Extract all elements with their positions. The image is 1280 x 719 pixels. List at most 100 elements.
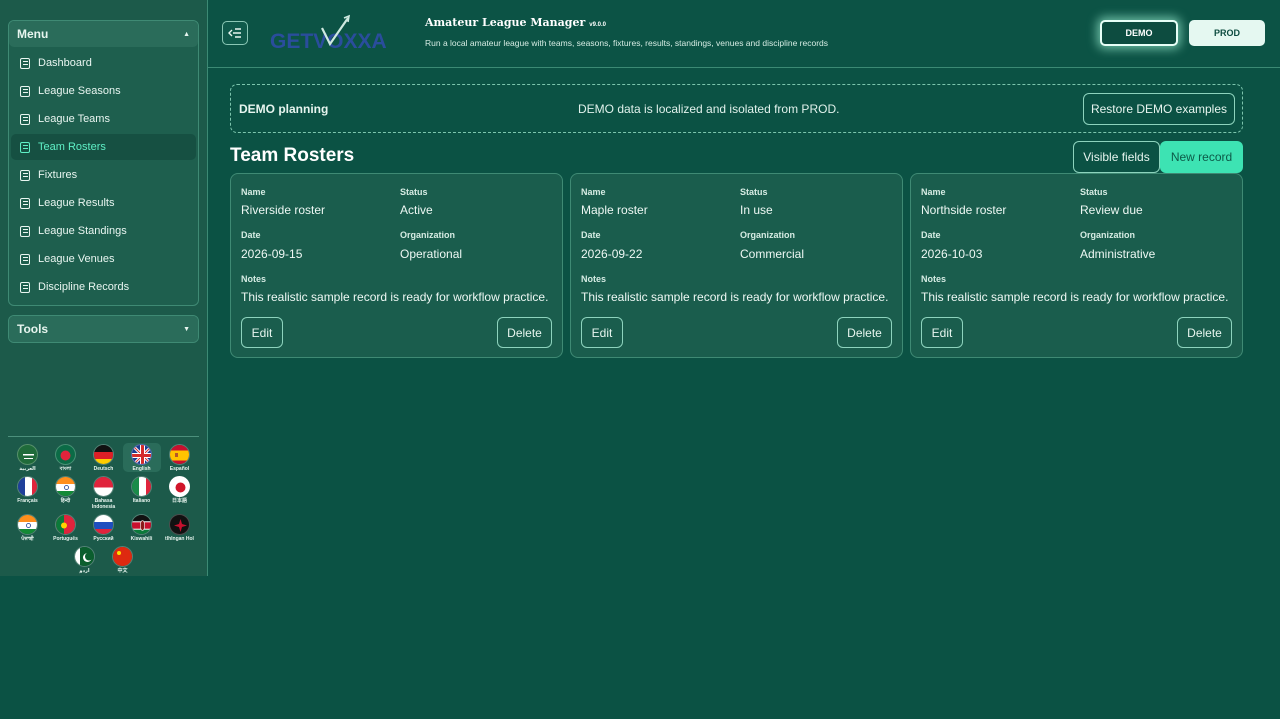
visible-fields-button[interactable]: Visible fields: [1073, 141, 1160, 173]
language-option-spanish[interactable]: Español: [161, 443, 199, 472]
klingon-emblem-icon: [169, 514, 190, 535]
language-label: ਪੰਜਾਬੀ: [21, 536, 34, 542]
language-option-hindi[interactable]: हिन्दी: [47, 475, 85, 510]
delete-button[interactable]: Delete: [497, 317, 552, 348]
new-record-button[interactable]: New record: [1160, 141, 1243, 173]
language-option-punjabi[interactable]: ਪੰਜਾਬੀ: [9, 513, 47, 542]
document-icon: [20, 57, 30, 69]
sidebar-item-label: Fixtures: [38, 169, 78, 181]
notes-label: Notes: [921, 274, 947, 284]
language-option-klingon[interactable]: tlhIngan Hol: [161, 513, 199, 542]
sidebar-item-league-standings[interactable]: League Standings: [11, 218, 196, 244]
restore-demo-button[interactable]: Restore DEMO examples: [1083, 93, 1235, 125]
tools-panel: Tools ▼: [8, 315, 199, 343]
demo-environment-button[interactable]: DEMO: [1100, 20, 1178, 46]
record-card: Name Status Northside roster Review due …: [910, 173, 1243, 358]
language-label: Русский: [93, 536, 114, 542]
name-value: Northside roster: [921, 203, 1007, 217]
language-label: العربية: [19, 466, 36, 472]
menu-title: Menu: [17, 27, 49, 41]
indonesia-flag-icon: [93, 476, 114, 497]
edit-button[interactable]: Edit: [241, 317, 283, 348]
name-value: Maple roster: [581, 203, 648, 217]
kenya-flag-icon: [131, 514, 152, 535]
sidebar-item-label: Dashboard: [38, 57, 92, 69]
language-option-german[interactable]: Deutsch: [85, 443, 123, 472]
status-label: Status: [400, 187, 428, 197]
sidebar-item-league-teams[interactable]: League Teams: [11, 106, 196, 132]
germany-flag-icon: [93, 444, 114, 465]
sidebar-item-label: Team Rosters: [38, 141, 106, 153]
language-selector: العربية বাংলা Deutsch English Español Fr…: [8, 436, 199, 577]
sidebar-item-label: Discipline Records: [38, 281, 130, 293]
collapse-sidebar-icon: [228, 28, 241, 38]
date-value: 2026-10-03: [921, 247, 983, 261]
status-value: In use: [740, 203, 773, 217]
delete-button[interactable]: Delete: [1177, 317, 1232, 348]
language-label: हिन्दी: [60, 498, 71, 504]
india-flag-icon: [55, 476, 76, 497]
delete-button[interactable]: Delete: [837, 317, 892, 348]
language-label: Français: [17, 498, 38, 504]
status-value: Active: [400, 203, 433, 217]
sidebar-item-fixtures[interactable]: Fixtures: [11, 162, 196, 188]
edit-button[interactable]: Edit: [921, 317, 963, 348]
status-label: Status: [1080, 187, 1108, 197]
language-option-japanese[interactable]: 日本語: [161, 475, 199, 510]
language-option-french[interactable]: Français: [9, 475, 47, 510]
sidebar-item-label: League Seasons: [38, 85, 121, 97]
sidebar-item-label: League Results: [38, 197, 115, 209]
language-label: Kiswahili: [130, 536, 153, 542]
notes-value: This realistic sample record is ready fo…: [241, 290, 549, 304]
portugal-flag-icon: [55, 514, 76, 535]
language-label: Bahasa Indonesia: [91, 498, 116, 510]
document-icon: [20, 197, 30, 209]
sidebar-item-dashboard[interactable]: Dashboard: [11, 50, 196, 76]
document-icon: [20, 281, 30, 293]
tools-header[interactable]: Tools ▼: [9, 316, 198, 342]
language-option-bengali[interactable]: বাংলা: [47, 443, 85, 472]
sidebar-item-team-rosters[interactable]: Team Rosters: [11, 134, 196, 160]
document-icon: [20, 253, 30, 265]
language-option-urdu[interactable]: اردو: [66, 545, 104, 574]
app-subtitle: Run a local amateur league with teams, s…: [425, 38, 829, 48]
sidebar-item-league-seasons[interactable]: League Seasons: [11, 78, 196, 104]
saudi-arabia-flag-icon: [17, 444, 38, 465]
notes-label: Notes: [581, 274, 607, 284]
date-label: Date: [921, 230, 941, 240]
document-icon: [20, 85, 30, 97]
language-option-italian[interactable]: Italiano: [123, 475, 161, 510]
record-card: Name Status Riverside roster Active Date…: [230, 173, 563, 358]
russia-flag-icon: [93, 514, 114, 535]
language-option-indonesian[interactable]: Bahasa Indonesia: [85, 475, 123, 510]
language-option-russian[interactable]: Русский: [85, 513, 123, 542]
language-label: বাংলা: [59, 466, 72, 472]
status-label: Status: [740, 187, 768, 197]
language-option-chinese[interactable]: 中文: [104, 545, 142, 574]
record-card: Name Status Maple roster In use Date Org…: [570, 173, 903, 358]
sidebar-item-league-results[interactable]: League Results: [11, 190, 196, 216]
organization-value: Administrative: [1080, 247, 1156, 261]
language-option-swahili[interactable]: Kiswahili: [123, 513, 161, 542]
demo-banner: DEMO planning DEMO data is localized and…: [230, 84, 1243, 133]
sidebar-item-league-venues[interactable]: League Venues: [11, 246, 196, 272]
spain-flag-icon: [169, 444, 190, 465]
menu-header[interactable]: Menu ▲: [9, 21, 198, 47]
status-value: Review due: [1080, 203, 1143, 217]
language-option-english[interactable]: English: [122, 443, 161, 472]
sidebar-item-discipline-records[interactable]: Discipline Records: [11, 274, 196, 300]
edit-button[interactable]: Edit: [581, 317, 623, 348]
name-label: Name: [241, 187, 266, 197]
japan-flag-icon: [169, 476, 190, 497]
app-title-text: Amateur League Manager: [425, 16, 586, 29]
language-label: Español: [169, 466, 190, 472]
sidebar: Menu ▲ Dashboard League Seasons League T…: [0, 0, 208, 576]
date-label: Date: [241, 230, 261, 240]
organization-value: Commercial: [740, 247, 805, 261]
prod-environment-button[interactable]: PROD: [1189, 20, 1265, 46]
language-option-arabic[interactable]: العربية: [9, 443, 47, 472]
date-label: Date: [581, 230, 601, 240]
language-option-portuguese[interactable]: Português: [47, 513, 85, 542]
sidebar-toggle-button[interactable]: [222, 21, 248, 45]
document-icon: [20, 113, 30, 125]
